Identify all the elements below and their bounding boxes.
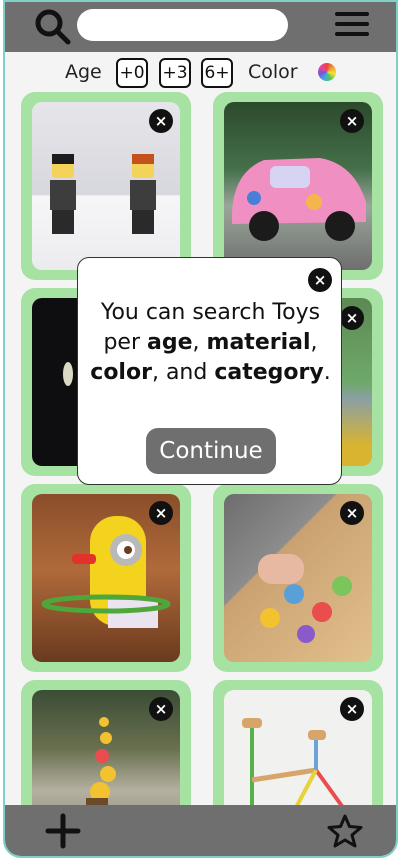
search-input[interactable]: [77, 9, 288, 41]
age-option-0-plus[interactable]: +0: [116, 58, 148, 88]
toy-card[interactable]: ×: [213, 92, 383, 280]
close-icon[interactable]: ×: [149, 501, 173, 525]
close-icon[interactable]: ×: [340, 109, 364, 133]
close-icon[interactable]: ×: [149, 697, 173, 721]
plus-icon[interactable]: [45, 813, 81, 849]
search-tip-modal: × You can search Toys per age, material,…: [77, 257, 342, 485]
modal-close-icon[interactable]: ×: [308, 268, 332, 292]
top-bar: [5, 2, 396, 52]
filter-bar: Age +0 +3 6+ Color: [5, 52, 396, 92]
close-icon[interactable]: ×: [149, 109, 173, 133]
toy-card[interactable]: ×: [21, 92, 191, 280]
app-frame: Age +0 +3 6+ Color × × × × × × × × You c…: [3, 0, 398, 858]
modal-message: You can search Toys per age, material, c…: [90, 300, 331, 385]
color-wheel-icon[interactable]: [318, 63, 336, 81]
hamburger-menu-icon[interactable]: [335, 12, 371, 40]
age-option-3-plus[interactable]: +3: [159, 58, 191, 88]
age-option-6-plus[interactable]: 6+: [201, 58, 233, 88]
toy-card[interactable]: ×: [213, 484, 383, 672]
toy-card[interactable]: ×: [21, 484, 191, 672]
close-icon[interactable]: ×: [340, 306, 364, 330]
color-filter-label: Color: [248, 61, 298, 83]
continue-button[interactable]: Continue: [146, 428, 276, 474]
close-icon[interactable]: ×: [340, 501, 364, 525]
search-icon[interactable]: [33, 7, 73, 47]
bottom-bar: [5, 805, 396, 856]
age-filter-label: Age: [65, 61, 102, 83]
star-icon[interactable]: [327, 813, 363, 849]
close-icon[interactable]: ×: [340, 697, 364, 721]
